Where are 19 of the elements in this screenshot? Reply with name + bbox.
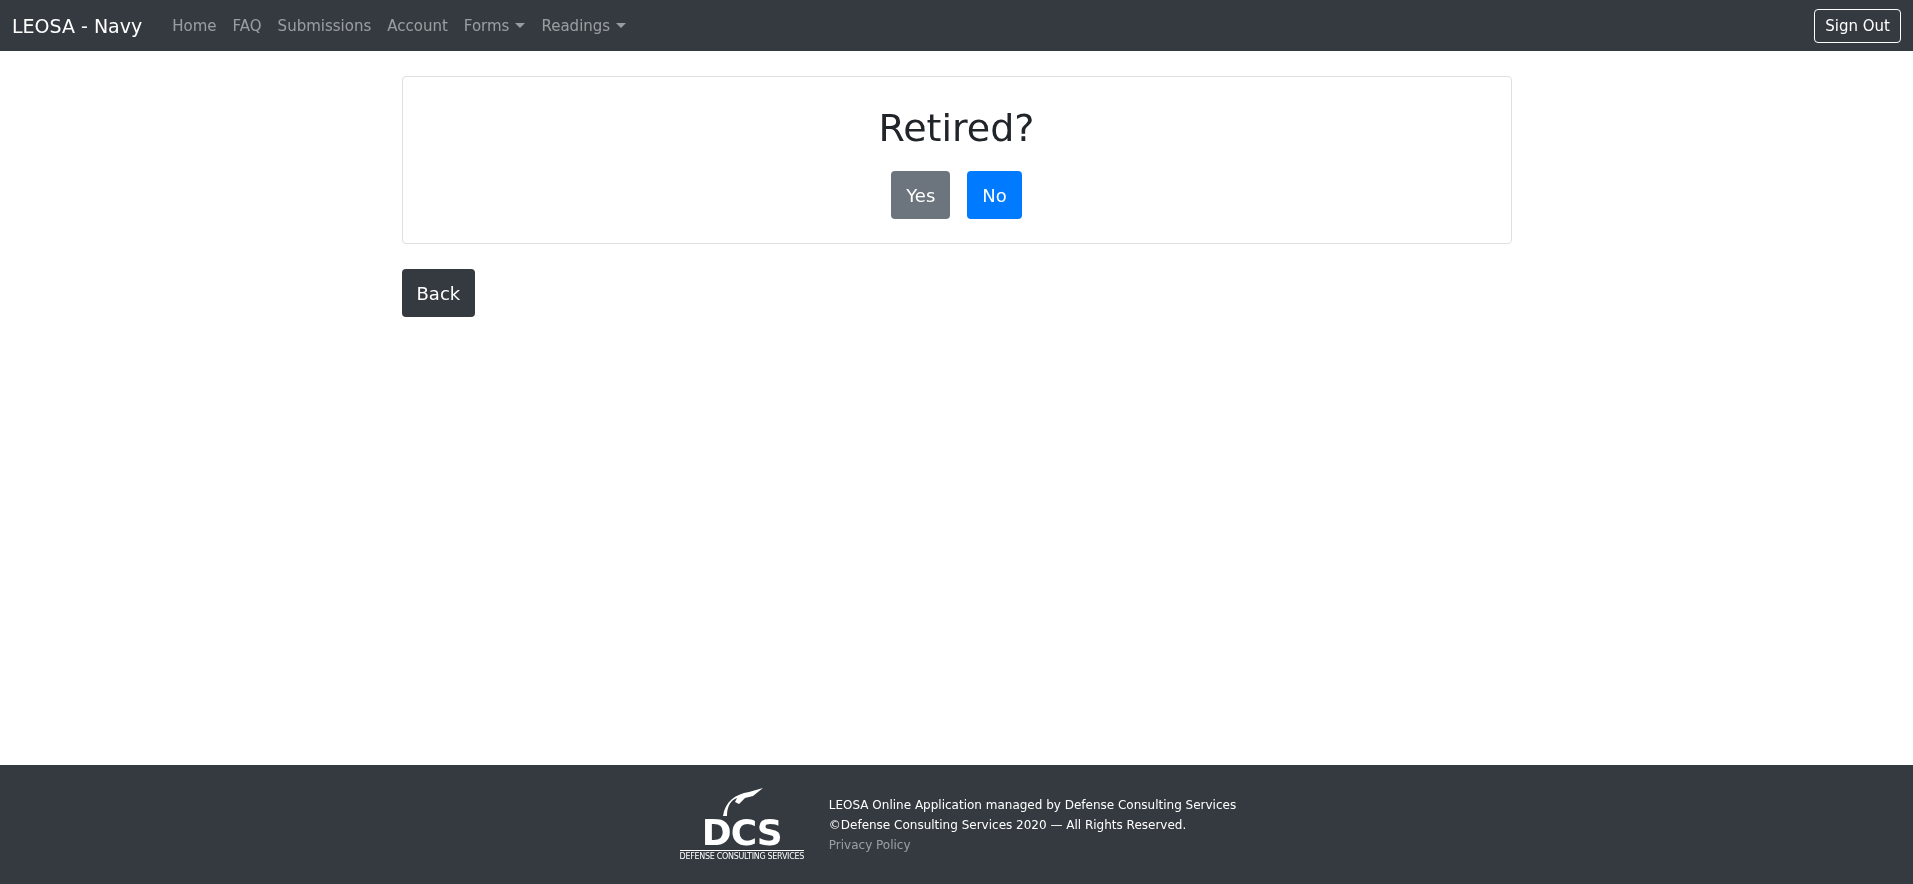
- footer-text: ©Defense Consulting Services 2020 — All Rights Reserved.: [828, 816, 1188, 834]
- nav-link[interactable]: Account: [379, 16, 456, 35]
- nav-link[interactable]: Submissions: [269, 16, 380, 35]
- back-button[interactable]: Back: [401, 269, 476, 317]
- nav-dropdown[interactable]: Forms: [455, 16, 534, 35]
- privacy-link[interactable]: Privacy Policy: [828, 834, 1237, 855]
- answer-button[interactable]: Yes: [891, 171, 951, 219]
- answer-button[interactable]: No: [967, 171, 1022, 219]
- nav-dropdown[interactable]: Readings: [533, 16, 635, 35]
- sign-out-button[interactable]: Sign Out: [1814, 8, 1901, 43]
- caret-icon: [515, 23, 526, 28]
- logo-mark: DCS: [701, 816, 782, 850]
- footer-text: LEOSA Online Application managed by Defense Consulting Services: [828, 796, 1237, 814]
- nav-link[interactable]: Home: [164, 16, 225, 35]
- brand-link[interactable]: LEOSA - Navy: [12, 14, 143, 37]
- logo-tagline: DEFENSE CONSULTING SERVICES: [679, 850, 804, 861]
- nav-link[interactable]: FAQ: [224, 16, 270, 35]
- caret-icon: [616, 23, 627, 28]
- question-title: Retired?: [878, 105, 1035, 151]
